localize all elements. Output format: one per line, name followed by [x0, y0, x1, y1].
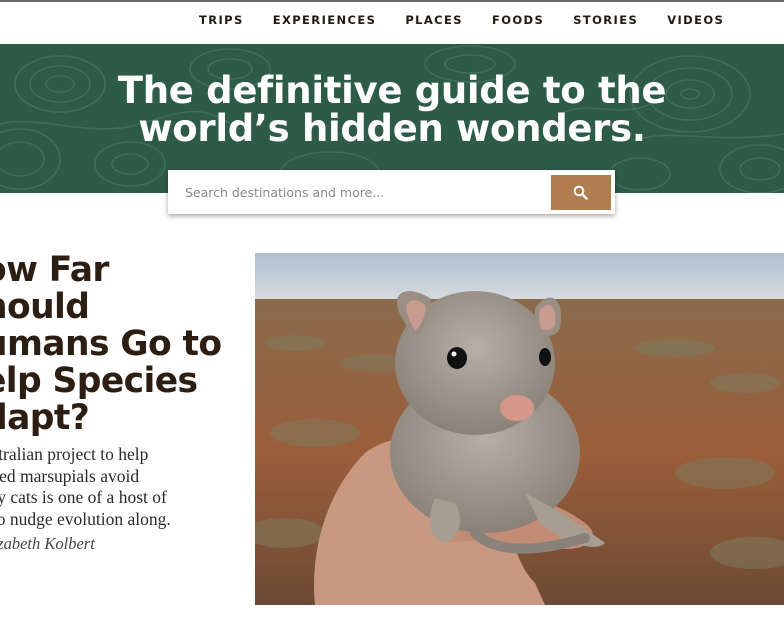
featured-article-text: ow Far hould umans Go to elp Species dap…	[0, 252, 245, 572]
marsupial-photo-illustration	[255, 253, 784, 605]
article-headline[interactable]: ow Far hould umans Go to elp Species dap…	[0, 252, 245, 437]
dek-line: rts to nudge evolution along.	[0, 508, 171, 529]
nav-item-experiences[interactable]: EXPERIENCES	[273, 13, 377, 27]
hero-title-line-1: The definitive guide to the	[117, 69, 667, 112]
hero-title: The definitive guide to the world’s hidd…	[0, 72, 784, 148]
search-bar	[168, 170, 615, 214]
nav-item-places[interactable]: PLACES	[405, 13, 463, 27]
dek-line: Australian project to help	[0, 444, 149, 464]
headline-line: dapt?	[0, 398, 90, 438]
headline-line: elp Species	[0, 361, 198, 401]
search-button[interactable]	[551, 175, 611, 210]
nav-item-videos[interactable]: VIDEOS	[667, 13, 724, 27]
dek-line: atory cats is one of a host of	[0, 487, 167, 507]
dek-line: atened marsupials avoid	[0, 465, 140, 486]
nav-item-stories[interactable]: STORIES	[573, 13, 638, 27]
headline-line: umans Go to	[0, 324, 222, 364]
nav-item-foods[interactable]: FOODS	[492, 13, 544, 27]
headline-line: hould	[0, 287, 90, 327]
hero-title-line-2: world’s hidden wonders.	[138, 107, 646, 150]
nav-menu: TRIPS EXPERIENCES PLACES FOODS STORIES V…	[199, 13, 753, 27]
search-icon	[573, 185, 588, 200]
article-dek: Australian project to help atened marsup…	[0, 444, 230, 530]
headline-line: ow Far	[0, 252, 109, 290]
search-input[interactable]	[168, 170, 538, 214]
article-photo[interactable]	[255, 253, 784, 605]
top-navigation: TRIPS EXPERIENCES PLACES FOODS STORIES V…	[0, 0, 784, 44]
article-byline[interactable]: lizabeth Kolbert	[0, 534, 95, 554]
nav-item-trips[interactable]: TRIPS	[199, 13, 244, 27]
